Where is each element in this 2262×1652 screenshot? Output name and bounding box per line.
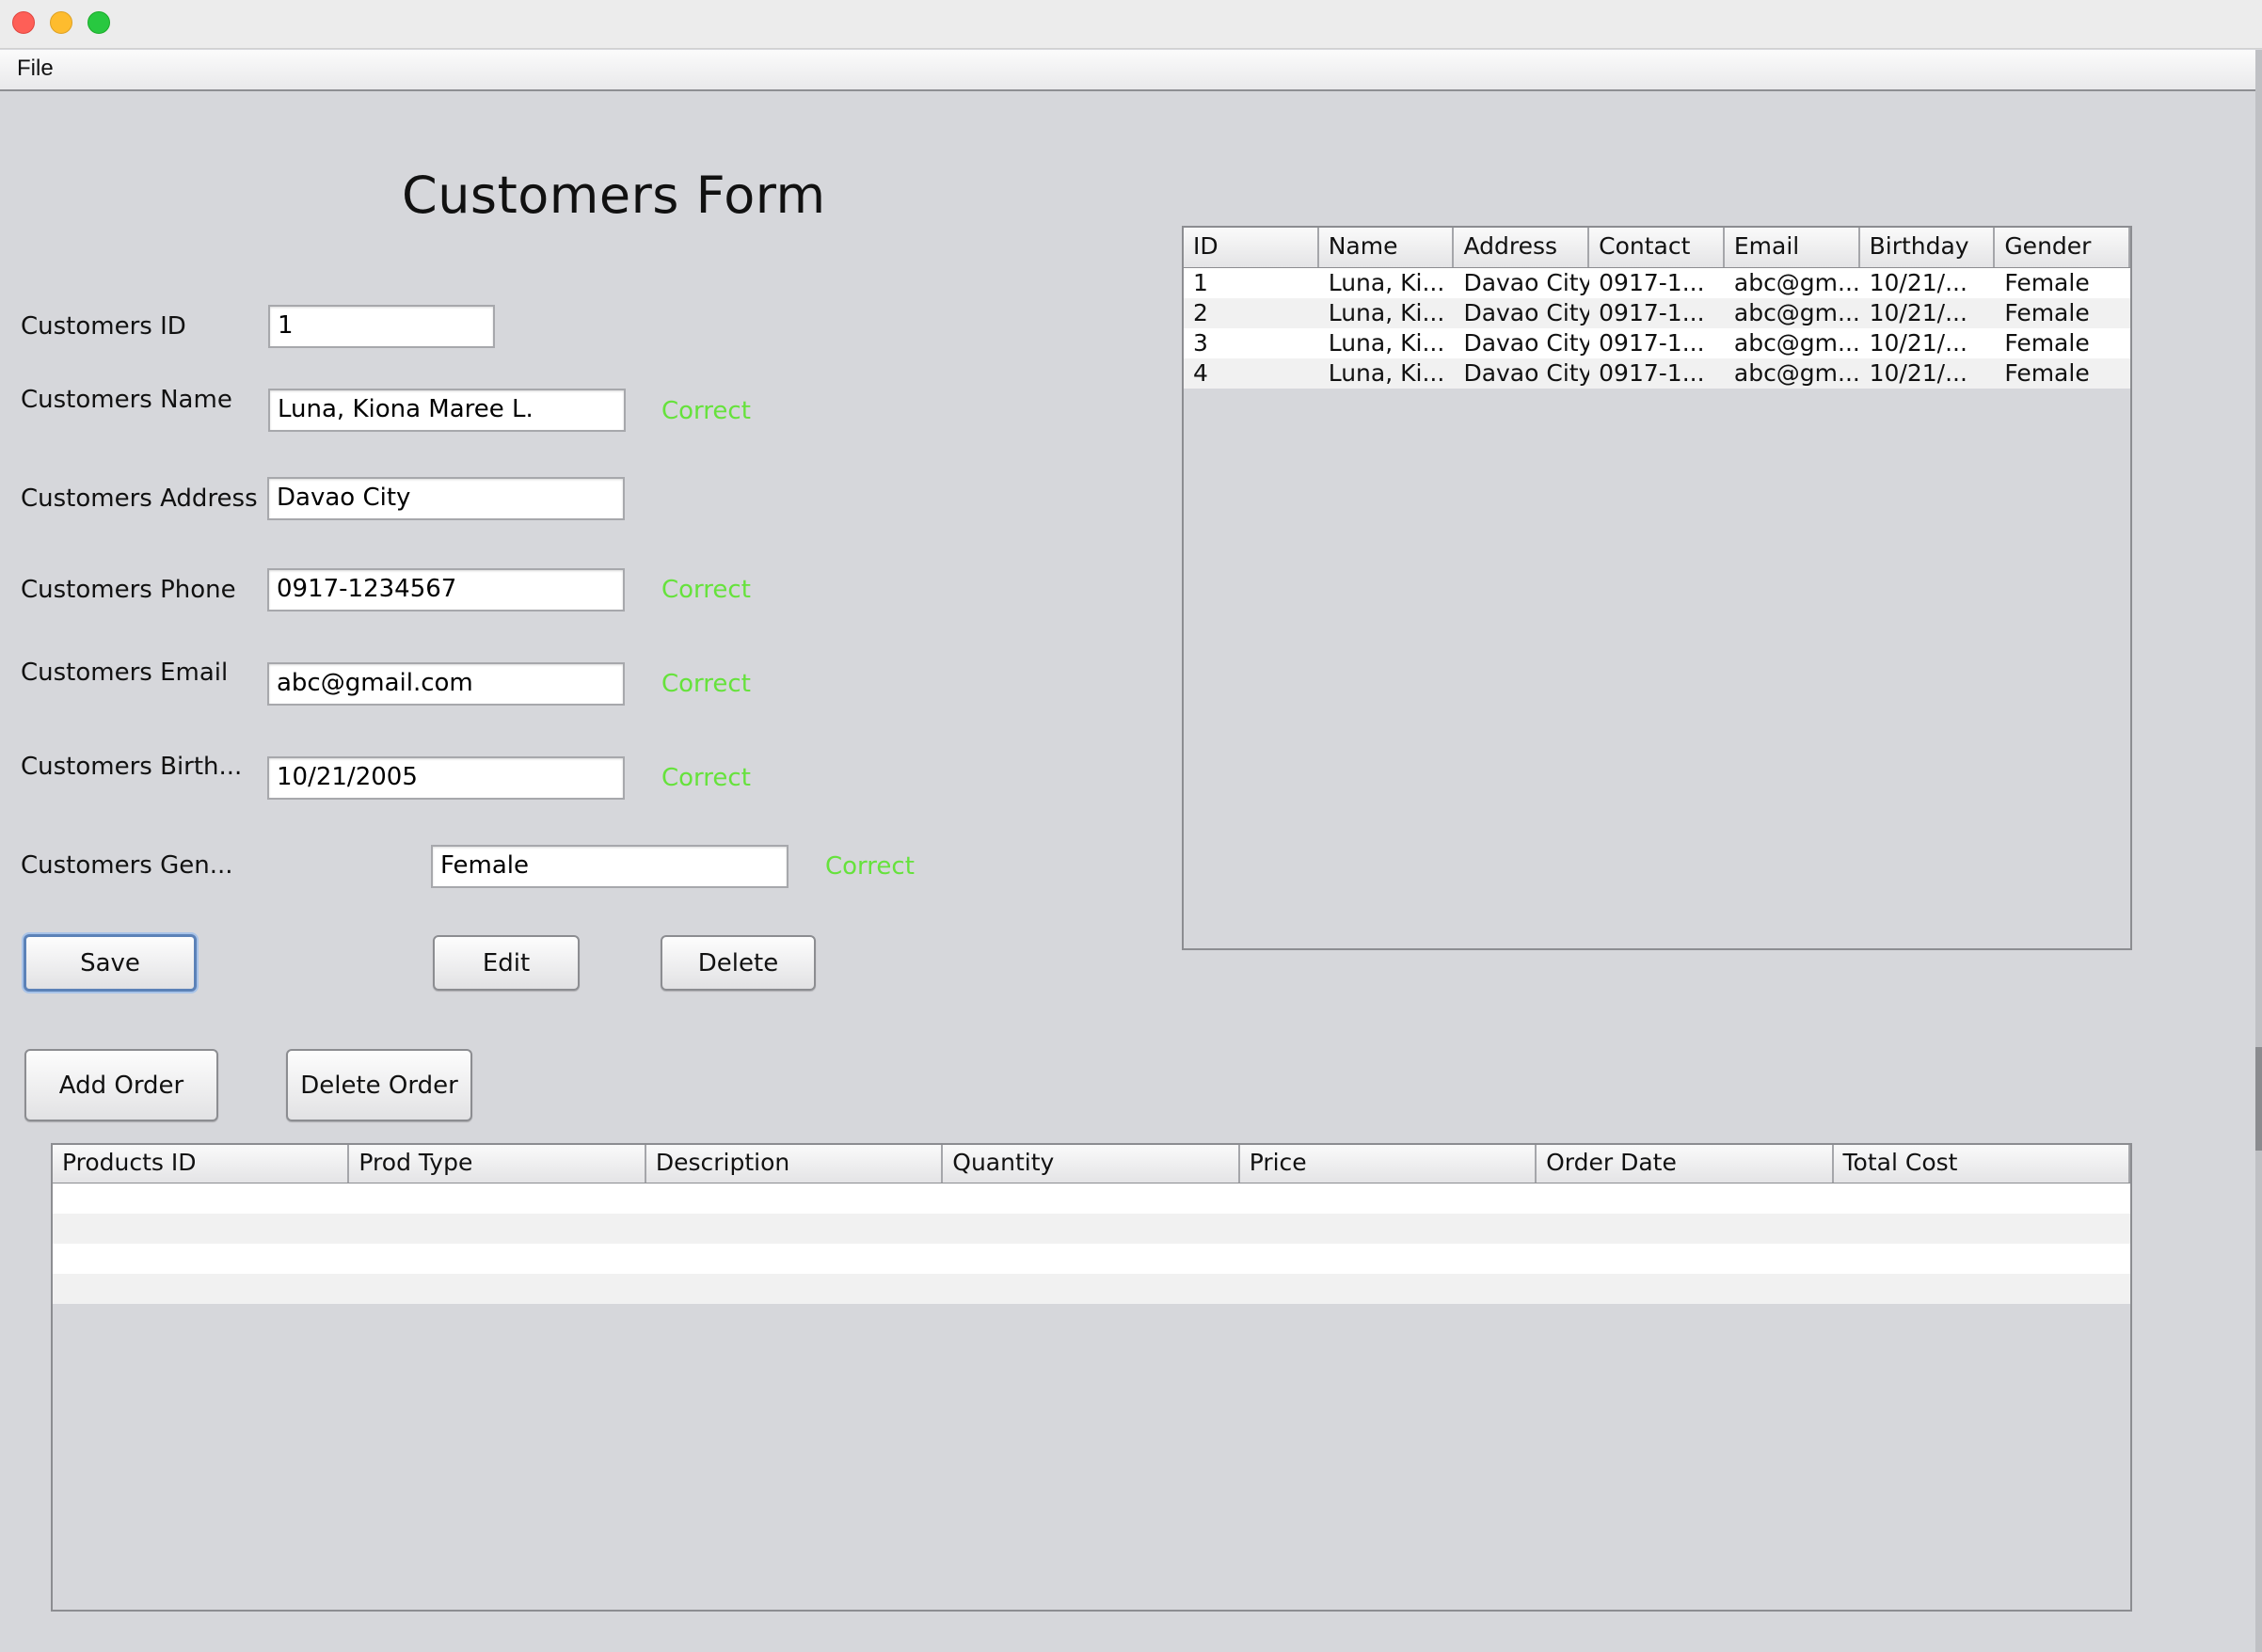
- customers-table-cell: 1: [1193, 269, 1208, 296]
- orders-table-empty-row[interactable]: [53, 1244, 2130, 1274]
- scrollbar-thumb[interactable]: [2255, 1047, 2262, 1151]
- customers-table-cell: Davao City: [1463, 269, 1590, 296]
- customers-col-header[interactable]: Gender: [1995, 228, 2131, 267]
- customers-email-field[interactable]: abc@gmail.com: [267, 662, 625, 706]
- close-window-button[interactable]: [12, 11, 35, 34]
- customers-table-cell: Luna, Ki...: [1328, 359, 1445, 387]
- orders-table-header: Products ID Prod Type Description Quantity P…: [53, 1145, 2130, 1184]
- customers-table-row[interactable]: 4 Luna, Ki... Davao City 0917-1... abc@gm...…: [1184, 358, 2130, 389]
- customers-table-cell: abc@gm...: [1733, 359, 1860, 387]
- customers-birthday-label: Customers Birth...: [21, 753, 243, 781]
- menu-file[interactable]: File: [17, 56, 54, 82]
- menu-bar: File: [0, 50, 2256, 91]
- customers-table-cell: 4: [1193, 359, 1208, 387]
- customers-id-label: Customers ID: [21, 312, 186, 341]
- delete-order-button[interactable]: Delete Order: [286, 1049, 472, 1121]
- customers-col-header[interactable]: Contact: [1589, 228, 1725, 267]
- delete-button[interactable]: Delete: [661, 935, 816, 991]
- page-title: Customers Form: [402, 166, 826, 225]
- customers-name-label: Customers Name: [21, 386, 232, 414]
- customers-table-cell: Davao City: [1463, 299, 1590, 326]
- customers-table-row[interactable]: 1 Luna, Ki... Davao City 0917-1... abc@gm...…: [1184, 268, 2130, 298]
- customers-email-label: Customers Email: [21, 659, 229, 687]
- customers-table-cell: 10/21/...: [1869, 269, 1967, 296]
- customers-col-header[interactable]: Name: [1319, 228, 1455, 267]
- customers-table-row[interactable]: 3 Luna, Ki... Davao City 0917-1... abc@gm...…: [1184, 328, 2130, 358]
- customers-gender-field[interactable]: Female: [431, 845, 789, 888]
- window-scrollbar[interactable]: [2255, 50, 2262, 1652]
- zoom-window-button[interactable]: [88, 11, 110, 34]
- customers-birthday-field[interactable]: 10/21/2005: [267, 756, 625, 800]
- email-status-label: Correct: [661, 670, 751, 698]
- customers-col-header[interactable]: Birthday: [1860, 228, 1996, 267]
- customers-col-header[interactable]: Email: [1725, 228, 1860, 267]
- customers-address-field[interactable]: Davao City: [267, 477, 625, 520]
- save-button[interactable]: Save: [24, 934, 197, 992]
- customers-table-cell: abc@gm...: [1733, 329, 1860, 357]
- gender-status-label: Correct: [825, 852, 915, 881]
- orders-col-header[interactable]: Total Cost: [1834, 1145, 2130, 1183]
- name-status-label: Correct: [661, 397, 751, 425]
- edit-button[interactable]: Edit: [433, 935, 580, 991]
- orders-col-header[interactable]: Quantity: [943, 1145, 1240, 1183]
- customers-table-cell: Female: [2004, 299, 2090, 326]
- customers-table-row[interactable]: 2 Luna, Ki... Davao City 0917-1... abc@gm...…: [1184, 298, 2130, 328]
- customers-phone-label: Customers Phone: [21, 576, 236, 604]
- customers-table-cell: 3: [1193, 329, 1208, 357]
- birthday-status-label: Correct: [661, 764, 751, 792]
- customers-table-cell: 10/21/...: [1869, 329, 1967, 357]
- customers-table-cell: Female: [2004, 329, 2090, 357]
- orders-col-header[interactable]: Order Date: [1537, 1145, 1834, 1183]
- orders-col-header[interactable]: Products ID: [53, 1145, 350, 1183]
- orders-table-empty-row[interactable]: [53, 1274, 2130, 1304]
- orders-col-header[interactable]: Prod Type: [349, 1145, 646, 1183]
- minimize-window-button[interactable]: [50, 11, 72, 34]
- customers-table-cell: 0917-1...: [1599, 329, 1705, 357]
- phone-status-label: Correct: [661, 576, 751, 604]
- customers-table-cell: Davao City: [1463, 359, 1590, 387]
- customers-table[interactable]: ID Name Address Contact Email Birthday Gender …: [1182, 226, 2132, 950]
- customers-table-header: ID Name Address Contact Email Birthday Gender: [1184, 228, 2131, 269]
- customers-col-header[interactable]: ID: [1184, 228, 1319, 267]
- customers-table-cell: Luna, Ki...: [1328, 269, 1445, 296]
- customers-table-cell: Female: [2004, 359, 2090, 387]
- customers-table-cell: Luna, Ki...: [1328, 299, 1445, 326]
- customers-name-field[interactable]: Luna, Kiona Maree L.: [268, 389, 626, 432]
- customers-phone-field[interactable]: 0917-1234567: [267, 568, 625, 612]
- customers-table-cell: 2: [1193, 299, 1208, 326]
- customers-address-label: Customers Address: [21, 484, 258, 513]
- add-order-button[interactable]: Add Order: [24, 1049, 218, 1121]
- customers-table-cell: abc@gm...: [1733, 269, 1860, 296]
- customers-table-cell: 0917-1...: [1599, 359, 1705, 387]
- customers-table-cell: 0917-1...: [1599, 299, 1705, 326]
- customers-table-cell: 10/21/...: [1869, 299, 1967, 326]
- customers-table-cell: Female: [2004, 269, 2090, 296]
- customers-table-cell: abc@gm...: [1733, 299, 1860, 326]
- window-title-bar: [0, 0, 2262, 49]
- orders-table-empty-row[interactable]: [53, 1183, 2130, 1214]
- customers-gender-label: Customers Gen...: [21, 851, 233, 880]
- orders-col-header[interactable]: Description: [646, 1145, 944, 1183]
- customers-table-cell: Luna, Ki...: [1328, 329, 1445, 357]
- orders-table-empty-row[interactable]: [53, 1214, 2130, 1244]
- orders-col-header[interactable]: Price: [1240, 1145, 1537, 1183]
- orders-table[interactable]: Products ID Prod Type Description Quantity P…: [51, 1143, 2132, 1612]
- customers-table-cell: Davao City: [1463, 329, 1590, 357]
- customers-table-cell: 0917-1...: [1599, 269, 1705, 296]
- customers-col-header[interactable]: Address: [1454, 228, 1590, 267]
- customers-id-field[interactable]: 1: [268, 305, 495, 348]
- customers-table-cell: 10/21/...: [1869, 359, 1967, 387]
